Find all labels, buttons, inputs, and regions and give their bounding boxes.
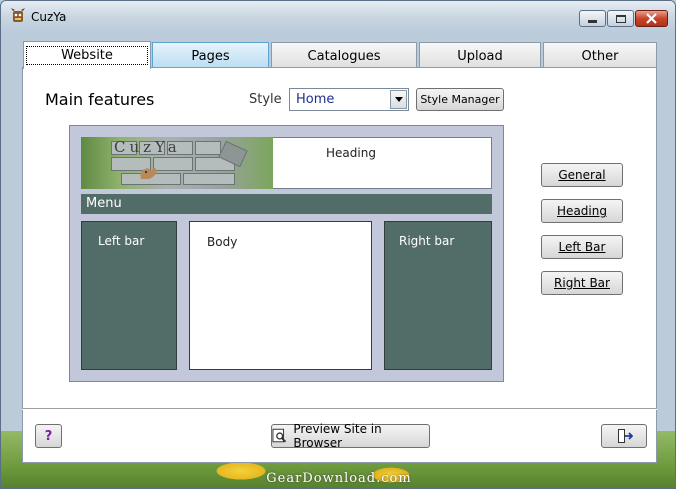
logo-text: CuzYa: [114, 138, 181, 156]
app-window: CuzYa Website Pages Catalogues Upload Ot…: [0, 0, 676, 489]
body-region[interactable]: Body: [189, 221, 372, 370]
menu-region[interactable]: Menu: [81, 194, 492, 214]
preview-site-button[interactable]: Preview Site in Browser: [271, 422, 430, 450]
right-bar-label: Right bar: [399, 234, 455, 248]
heading-button[interactable]: Heading: [541, 199, 623, 223]
tab-catalogues[interactable]: Catalogues: [271, 42, 417, 69]
style-manager-label: Style Manager: [420, 93, 500, 106]
tab-label: Catalogues: [307, 48, 381, 64]
exit-door-icon: [618, 429, 633, 443]
left-bar-button-label: Left Bar: [558, 240, 606, 254]
dropdown-arrow-icon[interactable]: [390, 90, 407, 109]
preview-site-label: Preview Site in Browser: [293, 422, 382, 450]
minimize-icon: [588, 20, 597, 23]
general-label: General: [558, 168, 606, 182]
left-bar-button[interactable]: Left Bar: [541, 235, 623, 259]
right-bar-button[interactable]: Right Bar: [541, 271, 623, 295]
footer-divider: [22, 408, 657, 410]
tab-label: Pages: [191, 48, 230, 64]
app-logo-icon: [11, 8, 25, 22]
section-title: Main features: [45, 90, 155, 109]
left-bar-region[interactable]: Left bar: [81, 221, 177, 370]
watermark-text: GearDownload.com: [266, 471, 412, 486]
menu-label: Menu: [86, 196, 122, 211]
close-button[interactable]: [635, 10, 668, 27]
heading-label: Heading: [326, 146, 376, 160]
minimize-button[interactable]: [579, 10, 606, 27]
help-button[interactable]: ?: [35, 424, 62, 448]
right-bar-region[interactable]: Right bar: [384, 221, 492, 370]
left-bar-label: Left bar: [98, 234, 145, 248]
help-icon: ?: [44, 428, 53, 444]
right-bar-button-label: Right Bar: [554, 276, 610, 290]
tab-website[interactable]: Website: [23, 41, 151, 69]
close-icon: [646, 13, 657, 24]
style-select[interactable]: Home: [289, 88, 409, 111]
tab-label: Website: [26, 46, 148, 65]
maximize-button[interactable]: [607, 10, 634, 27]
style-manager-button[interactable]: Style Manager: [416, 88, 504, 111]
heading-button-label: Heading: [557, 204, 607, 218]
tab-label: Other: [581, 48, 619, 64]
squirrel-icon: [140, 168, 157, 179]
tab-pages[interactable]: Pages: [152, 42, 269, 69]
tab-upload[interactable]: Upload: [419, 42, 541, 69]
body-label: Body: [207, 235, 238, 249]
tab-label: Upload: [457, 48, 503, 64]
tab-other[interactable]: Other: [543, 42, 657, 69]
general-button[interactable]: General: [541, 163, 623, 187]
site-logo-image: CuzYa: [81, 137, 273, 189]
title-bar[interactable]: CuzYa: [1, 1, 675, 33]
preview-magnifier-icon: [272, 428, 287, 443]
window-title: CuzYa: [31, 10, 67, 24]
style-label: Style: [249, 92, 282, 107]
style-select-value: Home: [296, 92, 335, 107]
exit-button[interactable]: [601, 424, 647, 448]
maximize-icon: [615, 14, 626, 23]
